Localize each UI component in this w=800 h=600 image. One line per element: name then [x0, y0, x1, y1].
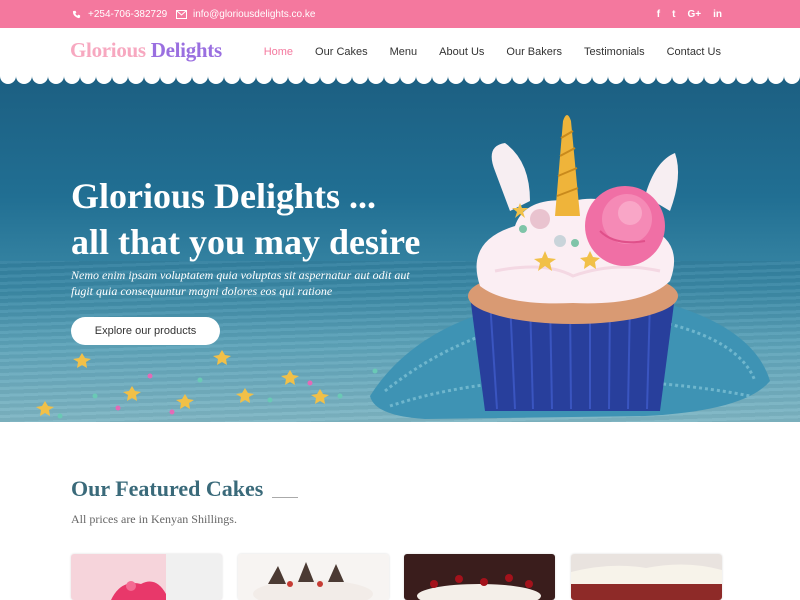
nav-home[interactable]: Home: [264, 46, 293, 58]
featured-section-title: Our Featured Cakes: [71, 476, 264, 501]
email-contact[interactable]: info@gloriousdelights.co.ke: [175, 0, 315, 28]
cake-card-4[interactable]: [571, 554, 722, 600]
top-bar: +254-706-382729 info@gloriousdelights.co…: [0, 0, 800, 28]
envelope-icon: [175, 8, 187, 20]
sprinkles-decoration: [36, 350, 378, 419]
twitter-icon[interactable]: t: [672, 9, 675, 20]
price-currency-note: All prices are in Kenyan Shillings.: [71, 512, 237, 526]
linkedin-icon[interactable]: in: [713, 9, 722, 20]
main-navbar: Glorious Delights Home Our Cakes Menu Ab…: [0, 28, 800, 76]
hero-subtitle: Nemo enim ipsam voluptatem quia voluptas…: [71, 267, 431, 299]
facebook-icon[interactable]: f: [657, 9, 660, 20]
cake-card-1[interactable]: [71, 554, 222, 600]
cake-image-1: [71, 554, 222, 600]
nav-testimonials[interactable]: Testimonials: [584, 46, 645, 58]
google-plus-icon[interactable]: G+: [687, 9, 701, 20]
logo-part-1: Glorious: [70, 38, 146, 62]
email-address: info@gloriousdelights.co.ke: [193, 8, 316, 20]
hero-subtitle-line-1: Nemo enim ipsam voluptatem quia voluptas…: [71, 268, 410, 282]
phone-icon: [70, 8, 82, 20]
cake-image-2: [238, 554, 389, 600]
logo-part-2: Delights: [150, 38, 222, 62]
hero-title: Glorious Delights ... all that you may d…: [71, 173, 420, 265]
nav-contact-us[interactable]: Contact Us: [667, 46, 721, 58]
hero-title-line-2: all that you may desire: [71, 222, 421, 262]
phone-number: +254-706-382729: [88, 8, 168, 20]
nav-menu[interactable]: Menu: [390, 46, 418, 58]
phone-contact[interactable]: +254-706-382729: [70, 0, 167, 28]
scalloped-divider: [0, 70, 800, 84]
hero-title-line-1: Glorious Delights ...: [71, 176, 377, 216]
cake-card-2[interactable]: [238, 554, 389, 600]
main-nav: Home Our Cakes Menu About Us Our Bakers …: [264, 28, 721, 76]
cake-image-4: [571, 554, 722, 600]
site-logo[interactable]: Glorious Delights: [70, 38, 222, 63]
cake-image-3: [404, 554, 555, 600]
title-underline: [272, 497, 298, 498]
cake-card-3[interactable]: [404, 554, 555, 600]
hero-banner: Glorious Delights ... all that you may d…: [0, 76, 800, 422]
social-links: f t G+ in: [657, 0, 722, 28]
nav-about-us[interactable]: About Us: [439, 46, 484, 58]
nav-our-cakes[interactable]: Our Cakes: [315, 46, 368, 58]
nav-our-bakers[interactable]: Our Bakers: [506, 46, 562, 58]
hero-subtitle-line-2: fugit quia consequuntur magni dolores eo…: [71, 284, 333, 298]
